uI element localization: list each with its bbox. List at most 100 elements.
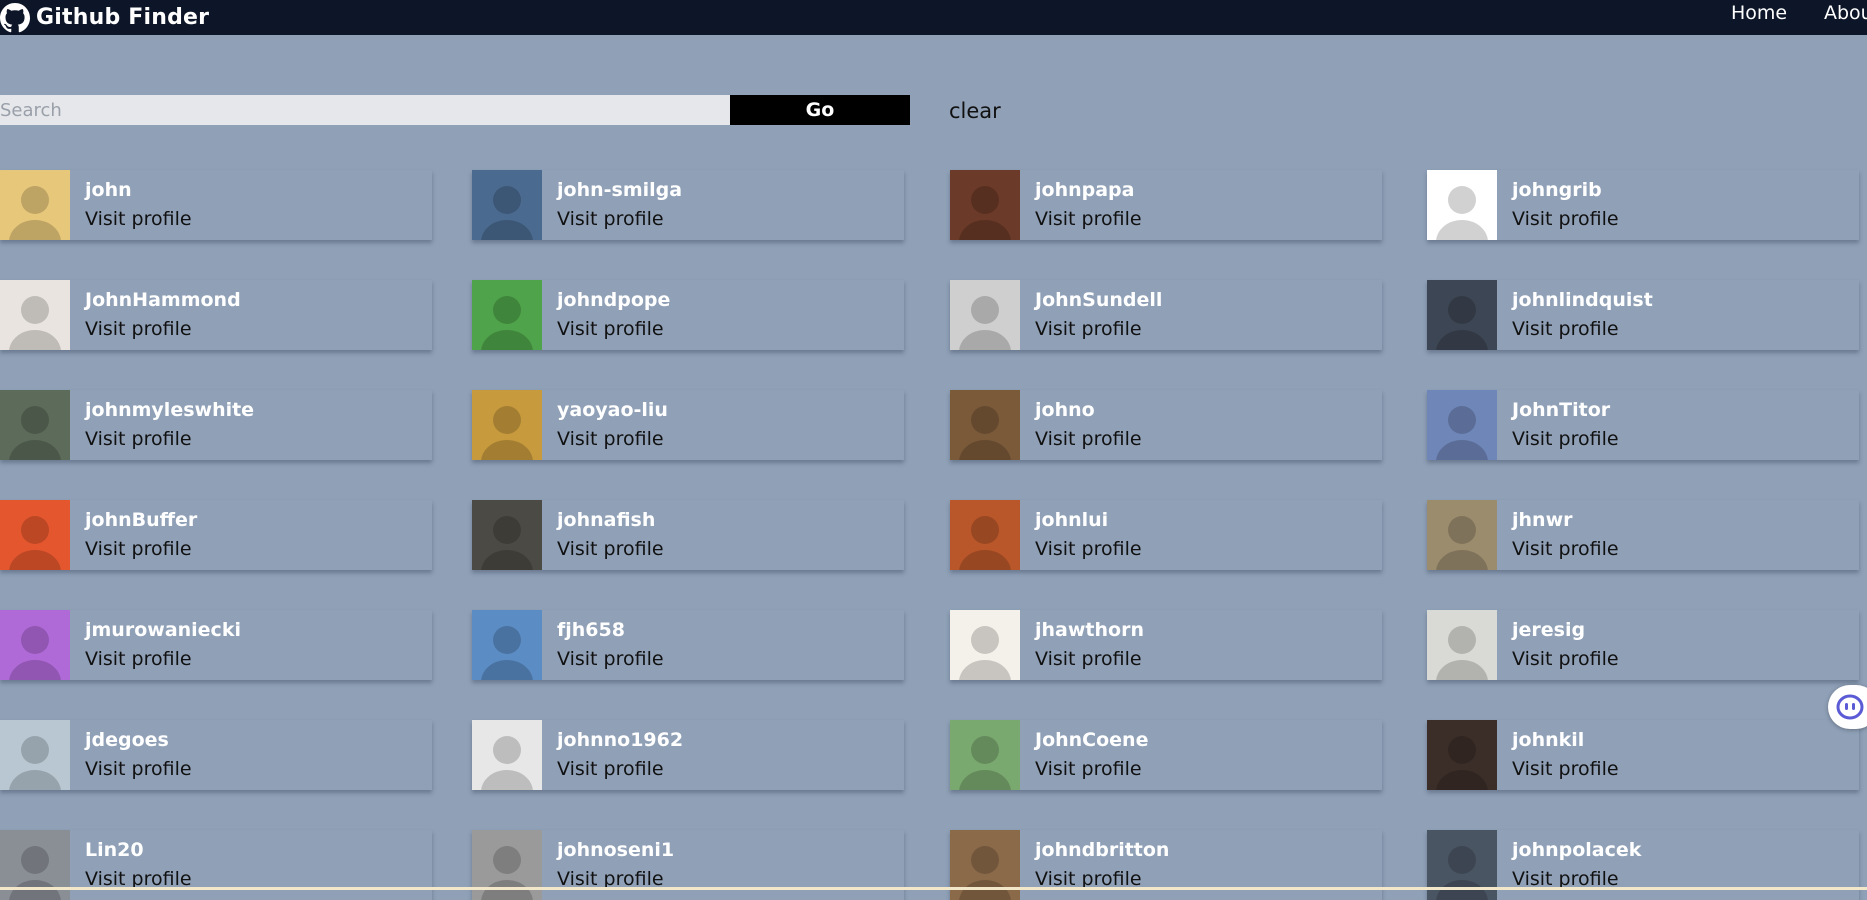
user-login: yaoyao-liu bbox=[557, 399, 668, 421]
visit-profile-link[interactable]: Visit profile bbox=[85, 538, 192, 560]
user-login: jmurowaniecki bbox=[85, 619, 241, 641]
user-card: johnlindquist Visit profile bbox=[1427, 280, 1859, 350]
user-card: john-smilga Visit profile bbox=[472, 170, 904, 240]
floating-assistant-button[interactable] bbox=[1828, 685, 1867, 729]
user-card: johnkil Visit profile bbox=[1427, 720, 1859, 790]
user-login: johnkil bbox=[1512, 729, 1585, 751]
user-avatar bbox=[1427, 170, 1497, 240]
user-avatar bbox=[950, 390, 1020, 460]
visit-profile-link[interactable]: Visit profile bbox=[557, 538, 664, 560]
user-login: johndpope bbox=[557, 289, 671, 311]
user-login: johnno1962 bbox=[557, 729, 684, 751]
user-login: jhnwr bbox=[1512, 509, 1573, 531]
user-card: johnpapa Visit profile bbox=[950, 170, 1382, 240]
user-grid: john Visit profile john-smilga Visit profil… bbox=[0, 0, 1867, 900]
user-avatar bbox=[0, 280, 70, 350]
user-avatar bbox=[472, 390, 542, 460]
user-login: jeresig bbox=[1512, 619, 1586, 641]
user-avatar bbox=[1427, 500, 1497, 570]
user-avatar bbox=[472, 170, 542, 240]
user-card: jmurowaniecki Visit profile bbox=[0, 610, 432, 680]
visit-profile-link[interactable]: Visit profile bbox=[1035, 648, 1142, 670]
user-login: johngrib bbox=[1512, 179, 1602, 201]
user-avatar bbox=[950, 720, 1020, 790]
user-login: jhawthorn bbox=[1035, 619, 1144, 641]
user-login: johnoseni1 bbox=[557, 839, 675, 861]
user-card: jeresig Visit profile bbox=[1427, 610, 1859, 680]
user-avatar bbox=[472, 500, 542, 570]
user-card: JohnSundell Visit profile bbox=[950, 280, 1382, 350]
user-card: johnBuffer Visit profile bbox=[0, 500, 432, 570]
visit-profile-link[interactable]: Visit profile bbox=[1512, 428, 1619, 450]
user-login: johnBuffer bbox=[85, 509, 198, 531]
user-card: johndpope Visit profile bbox=[472, 280, 904, 350]
user-avatar bbox=[950, 500, 1020, 570]
visit-profile-link[interactable]: Visit profile bbox=[1512, 318, 1619, 340]
user-login: jdegoes bbox=[85, 729, 169, 751]
assistant-icon bbox=[1836, 694, 1864, 720]
user-login: john bbox=[85, 179, 132, 201]
visit-profile-link[interactable]: Visit profile bbox=[85, 648, 192, 670]
visit-profile-link[interactable]: Visit profile bbox=[1512, 208, 1619, 230]
user-card: johnmyleswhite Visit profile bbox=[0, 390, 432, 460]
visit-profile-link[interactable]: Visit profile bbox=[1512, 758, 1619, 780]
user-card: johngrib Visit profile bbox=[1427, 170, 1859, 240]
visit-profile-link[interactable]: Visit profile bbox=[557, 208, 664, 230]
user-login: fjh658 bbox=[557, 619, 625, 641]
user-avatar bbox=[0, 390, 70, 460]
user-card: johnno1962 Visit profile bbox=[472, 720, 904, 790]
user-card: johnafish Visit profile bbox=[472, 500, 904, 570]
user-card: yaoyao-liu Visit profile bbox=[472, 390, 904, 460]
user-avatar bbox=[472, 280, 542, 350]
user-card: john Visit profile bbox=[0, 170, 432, 240]
user-avatar bbox=[0, 720, 70, 790]
user-card: jhawthorn Visit profile bbox=[950, 610, 1382, 680]
user-login: Lin20 bbox=[85, 839, 144, 861]
user-login: johnafish bbox=[557, 509, 656, 531]
visit-profile-link[interactable]: Visit profile bbox=[1035, 538, 1142, 560]
visit-profile-link[interactable]: Visit profile bbox=[85, 758, 192, 780]
user-card: JohnCoene Visit profile bbox=[950, 720, 1382, 790]
visit-profile-link[interactable]: Visit profile bbox=[557, 758, 664, 780]
user-avatar bbox=[950, 280, 1020, 350]
user-login: johno bbox=[1035, 399, 1095, 421]
visit-profile-link[interactable]: Visit profile bbox=[85, 318, 192, 340]
user-card: fjh658 Visit profile bbox=[472, 610, 904, 680]
user-avatar bbox=[1427, 390, 1497, 460]
user-login: johnlui bbox=[1035, 509, 1109, 531]
visit-profile-link[interactable]: Visit profile bbox=[1035, 318, 1142, 340]
user-avatar bbox=[950, 170, 1020, 240]
visit-profile-link[interactable]: Visit profile bbox=[1035, 428, 1142, 450]
visit-profile-link[interactable]: Visit profile bbox=[1035, 758, 1142, 780]
user-login: JohnTitor bbox=[1512, 399, 1611, 421]
user-avatar bbox=[0, 610, 70, 680]
visit-profile-link[interactable]: Visit profile bbox=[85, 208, 192, 230]
user-card: JohnHammond Visit profile bbox=[0, 280, 432, 350]
user-card: jdegoes Visit profile bbox=[0, 720, 432, 790]
user-card: johno Visit profile bbox=[950, 390, 1382, 460]
user-avatar bbox=[1427, 720, 1497, 790]
visit-profile-link[interactable]: Visit profile bbox=[557, 428, 664, 450]
visit-profile-link[interactable]: Visit profile bbox=[557, 318, 664, 340]
user-card: jhnwr Visit profile bbox=[1427, 500, 1859, 570]
user-avatar bbox=[1427, 280, 1497, 350]
user-login: johndbritton bbox=[1035, 839, 1170, 861]
user-avatar bbox=[0, 500, 70, 570]
user-avatar bbox=[472, 720, 542, 790]
user-login: johnmyleswhite bbox=[85, 399, 255, 421]
visit-profile-link[interactable]: Visit profile bbox=[557, 648, 664, 670]
user-login: JohnHammond bbox=[85, 289, 241, 311]
user-avatar bbox=[472, 610, 542, 680]
visit-profile-link[interactable]: Visit profile bbox=[1512, 538, 1619, 560]
visit-profile-link[interactable]: Visit profile bbox=[1512, 648, 1619, 670]
user-login: john-smilga bbox=[557, 179, 683, 201]
user-avatar bbox=[950, 610, 1020, 680]
user-login: johnpolacek bbox=[1512, 839, 1642, 861]
visit-profile-link[interactable]: Visit profile bbox=[1035, 208, 1142, 230]
visit-profile-link[interactable]: Visit profile bbox=[85, 428, 192, 450]
user-avatar bbox=[0, 170, 70, 240]
user-avatar bbox=[1427, 610, 1497, 680]
user-card: JohnTitor Visit profile bbox=[1427, 390, 1859, 460]
user-login: JohnCoene bbox=[1035, 729, 1149, 751]
user-login: JohnSundell bbox=[1035, 289, 1163, 311]
